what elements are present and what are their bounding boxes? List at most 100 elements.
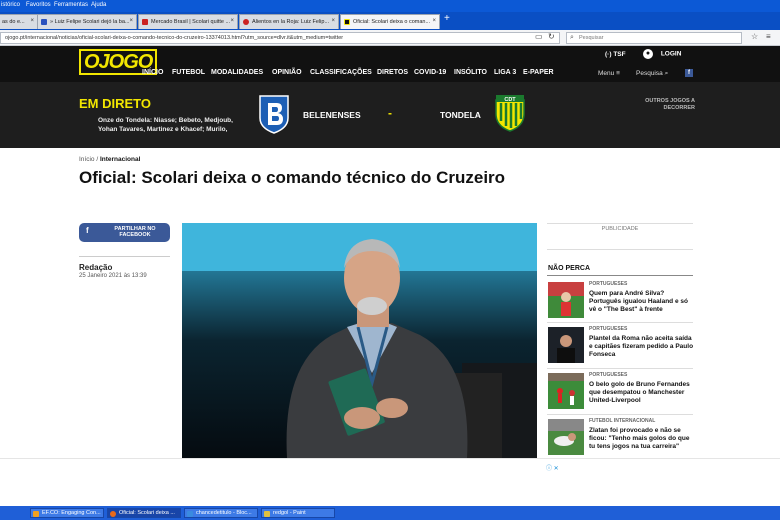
taskbar-label: Oficial: Scolari deixa ... xyxy=(119,510,175,516)
firefox-icon xyxy=(110,511,116,517)
menu-help[interactable]: Ajuda xyxy=(91,2,106,8)
item-category: PORTUGUESES xyxy=(589,281,628,287)
menu-history[interactable]: istórico xyxy=(1,2,20,8)
menu-tools[interactable]: Ferramentas xyxy=(54,2,88,8)
ad-choices-icon[interactable]: ⓘ ✕ xyxy=(546,463,559,472)
tsf-radio-link[interactable]: (·) TSF xyxy=(605,51,626,58)
notepad-icon xyxy=(187,511,193,517)
tab-label: Oficial: Scolari deixa o coman... xyxy=(353,19,431,25)
thumbnail[interactable] xyxy=(548,419,584,455)
site-favicon-icon xyxy=(142,19,148,25)
item-title[interactable]: Quem para André Silva? Português igualou… xyxy=(589,290,695,314)
team-away-name[interactable]: TONDELA xyxy=(440,110,481,120)
site-search-button[interactable]: Pesquisa ⌕ xyxy=(636,70,668,78)
close-icon[interactable]: × xyxy=(30,18,34,24)
search-icon: ⌕ xyxy=(664,70,669,77)
nav-diretos[interactable]: DIRETOS xyxy=(377,69,408,76)
nao-perca-item[interactable]: PORTUGUESES Plantel da Roma não aceita s… xyxy=(548,324,694,367)
new-tab-button[interactable]: + xyxy=(444,14,450,24)
login-button[interactable]: ● LOGIN xyxy=(643,49,681,59)
taskbar-label: chancedetitulo - Bloc... xyxy=(196,510,252,516)
divider xyxy=(547,368,693,369)
nav-opiniao[interactable]: OPINIÃO xyxy=(272,69,302,76)
divider xyxy=(547,223,693,224)
taskbar-item[interactable]: redgol - Paint xyxy=(261,508,335,518)
tab-3[interactable]: Alientos en la Roja: Luiz Felip... × xyxy=(239,14,339,29)
nav-epaper[interactable]: E-PAPER xyxy=(523,69,554,76)
close-icon[interactable]: × xyxy=(129,18,133,24)
divider xyxy=(79,256,170,257)
tab-label: Mercado Brasil | Scolari quitte ... xyxy=(151,19,231,25)
reload-icon[interactable]: ↻ xyxy=(548,33,555,41)
ad-banner: ⓘ ✕ xyxy=(0,458,780,506)
nav-covid[interactable]: COVID-19 xyxy=(414,69,446,76)
taskbar-label: EF.CO: Engaging Con... xyxy=(42,510,101,516)
facebook-icon[interactable]: f xyxy=(685,69,693,77)
svg-text:CDT: CDT xyxy=(504,97,516,103)
tab-label: as do e... xyxy=(2,19,25,25)
close-icon[interactable]: × xyxy=(432,18,436,24)
nav-inicio[interactable]: INÍCIO xyxy=(142,69,163,76)
divider xyxy=(547,414,693,415)
close-icon[interactable]: × xyxy=(331,18,335,24)
site-header: OJOGO INÍCIO FUTEBOL MODALIDADES OPINIÃO… xyxy=(0,46,780,82)
close-icon[interactable]: × xyxy=(230,18,234,24)
thumbnail[interactable] xyxy=(548,327,584,363)
login-label: LOGIN xyxy=(660,50,682,58)
article-headline: Oficial: Scolari deixa o comando técnico… xyxy=(79,168,506,187)
tab-4-active[interactable]: Oficial: Scolari deixa o coman... × xyxy=(340,14,440,29)
taskbar-item[interactable]: EF.CO: Engaging Con... xyxy=(30,508,104,518)
search-placeholder: Pesquisar xyxy=(579,35,604,41)
bookmark-star-icon[interactable]: ☆ xyxy=(751,33,758,41)
tondela-crest-icon: CDT xyxy=(495,95,525,132)
team-home-name[interactable]: BELENENSES xyxy=(303,110,361,120)
taskbar-item-active[interactable]: Oficial: Scolari deixa ... xyxy=(107,508,181,518)
taskbar-item[interactable]: chancedetitulo - Bloc... xyxy=(184,508,258,518)
item-title[interactable]: Plantel da Roma não aceita saída e capit… xyxy=(589,335,695,359)
tab-1[interactable]: » Luiz Felipe Scolari dejó la ba... × xyxy=(37,14,137,29)
live-lineup-text[interactable]: Onze do Tondela: Niasse; Bebeto, Medjoub… xyxy=(98,116,243,134)
bookmarks-menu-icon[interactable]: ≡ xyxy=(766,33,771,41)
article-photo xyxy=(182,223,537,458)
other-games-link[interactable]: OUTROS JOGOS A DECORRER xyxy=(630,98,695,112)
app-icon xyxy=(33,511,39,517)
item-title[interactable]: Zlatan foi provocado e não se ficou: "Te… xyxy=(589,427,695,451)
share-label: PARTILHAR NO FACEBOOK xyxy=(114,226,156,238)
divider xyxy=(547,275,693,276)
article-author: Redação xyxy=(79,263,113,272)
nav-modalidades[interactable]: MODALIDADES xyxy=(211,69,263,76)
site-favicon-icon xyxy=(243,19,249,25)
tab-0[interactable]: as do e... × xyxy=(0,14,38,29)
address-bar[interactable]: ojogo.pt/internacional/noticias/oficial-… xyxy=(0,32,560,44)
radio-icon: (·) xyxy=(605,51,612,58)
site-favicon-icon xyxy=(41,19,47,25)
taskbar: EF.CO: Engaging Con... Oficial: Scolari … xyxy=(0,506,780,520)
nav-liga3[interactable]: LIGA 3 xyxy=(494,69,516,76)
thumbnail[interactable] xyxy=(548,373,584,409)
breadcrumb-section[interactable]: Internacional xyxy=(100,156,140,163)
menu-favorites[interactable]: Favoritos xyxy=(26,2,51,8)
tab-bar: as do e... × » Luiz Felipe Scolari dejó … xyxy=(0,12,780,30)
tab-2[interactable]: Mercado Brasil | Scolari quitte ... × xyxy=(138,14,238,29)
navigation-bar: ojogo.pt/internacional/noticias/oficial-… xyxy=(0,30,780,46)
nav-classificacoes[interactable]: CLASSIFICAÇÕES xyxy=(310,69,372,76)
share-facebook-button[interactable]: f PARTILHAR NO FACEBOOK xyxy=(79,223,170,242)
menu-button[interactable]: Menu ≡ xyxy=(598,70,620,77)
thumbnail[interactable] xyxy=(548,282,584,318)
taskbar-label: redgol - Paint xyxy=(273,510,306,516)
item-title[interactable]: O belo golo de Bruno Fernandes que desem… xyxy=(589,381,695,405)
item-category: FUTEBOL INTERNACIONAL xyxy=(589,418,656,424)
divider xyxy=(547,249,693,250)
nav-insolito[interactable]: INSÓLITO xyxy=(454,69,487,76)
breadcrumb: Início / Internacional xyxy=(79,156,140,163)
nao-perca-item[interactable]: FUTEBOL INTERNACIONAL Zlatan foi provoca… xyxy=(548,416,694,459)
breadcrumb-home[interactable]: Início xyxy=(79,156,95,163)
tab-label: Alientos en la Roja: Luiz Felip... xyxy=(252,19,330,25)
nav-futebol[interactable]: FUTEBOL xyxy=(172,69,205,76)
hamburger-icon: ≡ xyxy=(616,70,620,77)
search-input[interactable]: ⌕ Pesquisar xyxy=(566,32,742,44)
nao-perca-item[interactable]: PORTUGUESES Quem para André Silva? Portu… xyxy=(548,279,694,322)
reader-icon[interactable]: ▭ xyxy=(535,33,543,41)
nao-perca-item[interactable]: PORTUGUESES O belo golo de Bruno Fernand… xyxy=(548,370,694,413)
search-icon: ⌕ xyxy=(570,34,574,41)
